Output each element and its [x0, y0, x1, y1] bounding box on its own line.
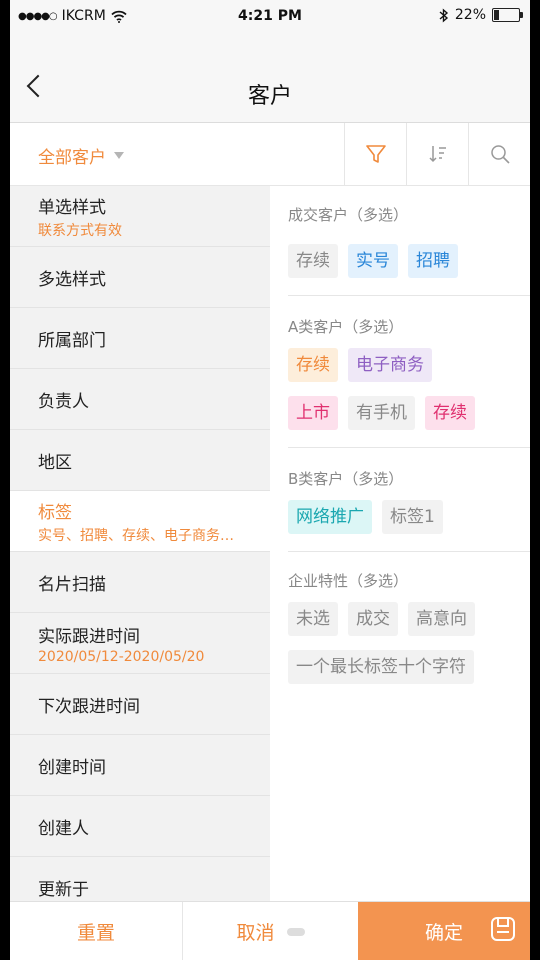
tag-chip[interactable]: 上市	[288, 396, 338, 430]
battery-percent: 22%	[454, 7, 486, 23]
menu-item-label: 下次跟进时间	[38, 696, 140, 717]
status-bar: ●●●●○ IKCRM 4:21 PM 22%	[10, 0, 530, 34]
menu-item-selection: 2020/05/12-2020/05/20	[38, 648, 205, 665]
filter-icon	[366, 145, 386, 163]
tag-options-panel: 成交客户（多选） 存续 实号 招聘 A类客户（多选） 存续 电子商务 上市 有手机 存续 B类客户（…	[270, 186, 530, 901]
menu-item-label: 创建时间	[38, 757, 106, 778]
customer-scope-label: 全部客户	[38, 148, 106, 168]
tag-chip[interactable]: 有手机	[348, 396, 415, 430]
search-icon	[491, 145, 510, 164]
menu-item-label: 更新于	[38, 879, 89, 900]
battery-icon	[492, 8, 523, 22]
menu-item[interactable]: 负责人	[10, 369, 270, 430]
menu-item-label: 多选样式	[38, 269, 106, 290]
bluetooth-icon	[439, 7, 448, 23]
tag-group: 企业特性（多选） 未选 成交 高意向一个最长标签十个字符	[270, 552, 530, 752]
tag-group: A类客户（多选） 存续 电子商务 上市 有手机 存续	[270, 296, 530, 448]
menu-item[interactable]: 名片扫描	[10, 552, 270, 613]
confirm-button[interactable]: 确定	[358, 902, 530, 960]
menu-item[interactable]: 下次跟进时间	[10, 674, 270, 735]
sort-icon	[429, 146, 446, 163]
tag-group: 成交客户（多选） 存续 实号 招聘	[270, 186, 530, 296]
tag-group-title: 企业特性（多选）	[288, 572, 409, 590]
menu-item[interactable]: 标签实号、招聘、存续、电子商务…	[10, 491, 270, 552]
tag-chip[interactable]: 一个最长标签十个字符	[288, 650, 474, 684]
tag-chip[interactable]: 未选	[288, 602, 338, 636]
tag-chip[interactable]: 标签1	[382, 500, 443, 534]
tag-chip[interactable]: 网络推广	[288, 500, 372, 534]
tag-chip[interactable]: 招聘	[408, 244, 458, 278]
action-bar: 重置 取消 确定	[10, 901, 530, 960]
tag-chip[interactable]: 实号	[348, 244, 398, 278]
battery-level	[494, 10, 500, 20]
menu-item[interactable]: 创建时间	[10, 735, 270, 796]
menu-item-selection: 实号、招聘、存续、电子商务…	[38, 527, 234, 544]
dropdown-caret-icon	[114, 152, 124, 159]
reset-button-label: 重置	[76, 922, 115, 944]
tag-group-title: B类客户（多选）	[288, 470, 404, 488]
tag-chip[interactable]: 成交	[348, 602, 398, 636]
menu-item[interactable]: 更新于	[10, 857, 270, 901]
filter-category-menu: 单选样式联系方式有效多选样式所属部门负责人地区标签实号、招聘、存续、电子商务… 名…	[10, 186, 270, 901]
filter-toolbar: 全部客户	[10, 123, 530, 186]
menu-item-label: 地区	[38, 452, 72, 473]
page-title: 客户	[247, 84, 292, 109]
tag-group: B类客户（多选） 网络推广 标签1	[270, 448, 530, 552]
tag-chip[interactable]: 存续	[425, 396, 475, 430]
menu-item-label: 名片扫描	[38, 574, 106, 595]
tag-chip[interactable]: 高意向	[408, 602, 475, 636]
menu-item[interactable]: 地区	[10, 430, 270, 491]
tag-chip[interactable]: 存续	[288, 244, 338, 278]
confirm-button-label: 确定	[424, 922, 463, 944]
menu-item-label: 负责人	[38, 391, 89, 412]
menu-item[interactable]: 创建人	[10, 796, 270, 857]
menu-item-label: 所属部门	[38, 330, 106, 351]
reset-button[interactable]: 重置	[10, 902, 183, 960]
tag-chip[interactable]: 电子商务	[348, 348, 432, 382]
tag-group-title: 成交客户（多选）	[288, 206, 409, 224]
app-screen: ●●●●○ IKCRM 4:21 PM 22% 客户 全部客户 单选样式 联系方…	[10, 0, 530, 960]
menu-item[interactable]: 实际跟进时间 2020/05/12-2020/05/20	[10, 613, 270, 674]
menu-item-label: 实际跟进时间	[38, 626, 140, 647]
battery-info: 22%	[439, 7, 523, 23]
navigation-bar: 客户	[10, 34, 530, 123]
filter-button[interactable]	[344, 123, 407, 185]
tag-group-title: A类客户（多选）	[288, 318, 404, 336]
sort-button[interactable]	[406, 123, 469, 185]
cancel-button[interactable]: 取消	[183, 902, 358, 960]
menu-item-selection: 联系方式有效	[38, 222, 122, 239]
menu-item-label: 创建人	[38, 818, 89, 839]
save-icon	[491, 917, 515, 941]
tag-chip[interactable]: 存续	[288, 348, 338, 382]
customer-scope-dropdown[interactable]: 全部客户	[38, 143, 124, 168]
menu-item-label: 单选样式	[38, 197, 106, 218]
menu-item[interactable]: 单选样式联系方式有效	[10, 186, 270, 247]
toggle-pill-icon	[286, 927, 305, 936]
menu-item[interactable]: 所属部门	[10, 308, 270, 369]
menu-item[interactable]: 多选样式	[10, 247, 270, 308]
cancel-button-label: 取消	[236, 922, 275, 944]
menu-item-label: 标签	[38, 502, 72, 523]
search-button[interactable]	[468, 123, 530, 185]
